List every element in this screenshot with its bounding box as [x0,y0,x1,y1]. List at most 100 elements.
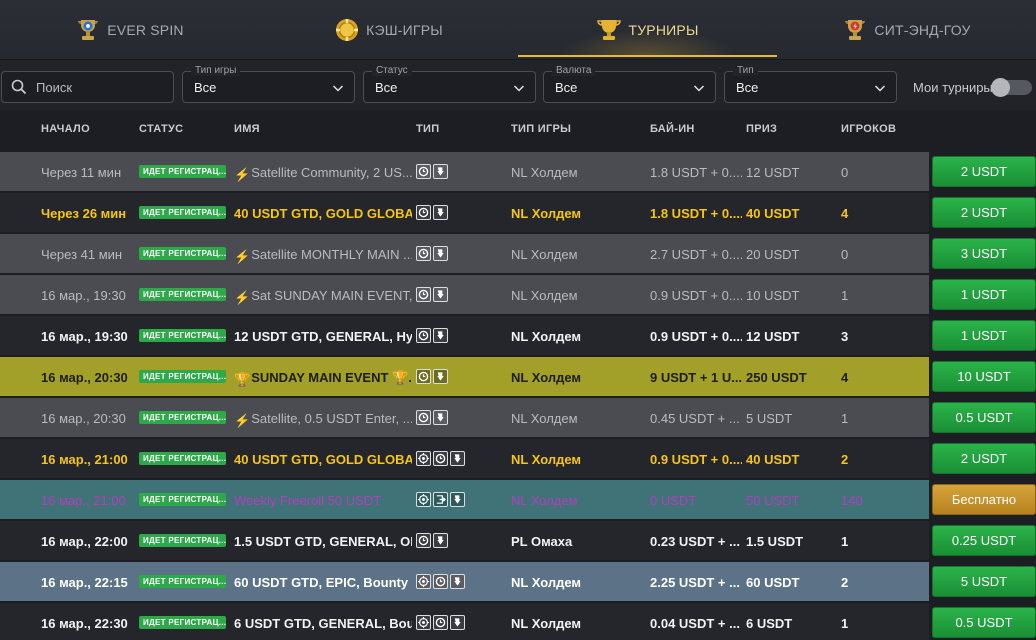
trophy-icon: 🏆 [234,372,251,387]
buy-in: 2.25 USDT + ... [650,575,740,590]
column-header-game-type[interactable]: ТИП ИГРЫ [511,123,571,135]
status-badge: ИДЕТ РЕГИСТРАЦ... [139,452,226,465]
table-row[interactable]: 16 мар., 19:30 ИДЕТ РЕГИСТРАЦ... ⚡Sat SUND… [0,274,1036,315]
table-row[interactable]: 16 мар., 22:00 ИДЕТ РЕГИСТРАЦ... 1.5 USDT … [0,520,1036,561]
tab-sit-and-go[interactable]: СИТ-ЭНД-ГОУ [777,0,1036,59]
register-button[interactable]: 2 USDT [932,443,1036,474]
my-tournaments-toggle[interactable] [991,78,1032,97]
status-badge: ИДЕТ РЕГИСТРАЦ... [139,206,226,219]
row-content[interactable]: 16 мар., 22:00 ИДЕТ РЕГИСТРАЦ... 1.5 USDT … [0,521,929,560]
column-header-status[interactable]: СТАТУС [139,123,183,135]
start-time: 16 мар., 22:30 [41,616,128,631]
column-header-prize[interactable]: ПРИЗ [746,123,777,135]
table-row[interactable]: 16 мар., 22:15 ИДЕТ РЕГИСТРАЦ... 60 USDT G… [0,561,1036,602]
players-count: 4 [841,370,849,385]
tournament-name: 1.5 USDT GTD, GENERAL, OM... [234,534,412,549]
register-button[interactable]: 3 USDT [932,238,1036,269]
row-content[interactable]: 16 мар., 21:00 ИДЕТ РЕГИСТРАЦ... 40 USDT G… [0,439,929,478]
register-button[interactable]: Бесплатно [932,484,1036,515]
search-icon [2,79,36,95]
register-button[interactable]: 5 USDT [932,566,1036,597]
status-badge: ИДЕТ РЕГИСТРАЦ... [139,247,226,260]
row-content[interactable]: 16 мар., 22:30 ИДЕТ РЕГИСТРАЦ... 6 USDT GT… [0,603,929,640]
tab-ever-spin[interactable]: EVER SPIN [0,0,259,59]
search-box[interactable] [1,71,174,103]
row-content[interactable]: 16 мар., 19:30 ИДЕТ РЕГИСТРАЦ... ⚡Sat SUND… [0,275,929,314]
table-row[interactable]: Через 26 мин ИДЕТ РЕГИСТРАЦ... 40 USDT GTD… [0,192,1036,233]
clock-icon [416,205,431,220]
game-type: NL Холдем [511,616,582,631]
row-content[interactable]: 16 мар., 19:30 ИДЕТ РЕГИСТРАЦ... 12 USDT G… [0,316,929,355]
prize: 1.5 USDT [746,534,804,549]
table-row[interactable]: 16 мар., 19:30 ИДЕТ РЕГИСТРАЦ... 12 USDT G… [0,315,1036,356]
target-icon [416,574,431,589]
row-content[interactable]: Через 11 мин ИДЕТ РЕГИСТРАЦ... ⚡Satellite … [0,152,929,191]
table-row[interactable]: 16 мар., 22:30 ИДЕТ РЕГИСТРАЦ... 6 USDT GT… [0,602,1036,640]
tab-cash-games[interactable]: КЭШ-ИГРЫ [259,0,518,59]
column-header-players[interactable]: ИГРОКОВ [841,123,896,135]
clock-icon [416,164,431,179]
type-select[interactable]: Тип Все [724,65,897,103]
row-content[interactable]: Через 26 мин ИДЕТ РЕГИСТРАЦ... 40 USDT GTD… [0,193,929,232]
row-content[interactable]: 16 мар., 20:30 ИДЕТ РЕГИСТРАЦ... ⚡Satellit… [0,398,929,437]
register-button[interactable]: 2 USDT [932,156,1036,187]
lightning-icon: ⚡ [234,290,251,305]
search-input[interactable] [36,79,156,95]
column-header-buyin[interactable]: БАЙ-ИН [650,123,695,135]
tournament-name: ⚡Satellite Community, 2 US... [234,165,412,183]
register-button[interactable]: 2 USDT [932,197,1036,228]
status-badge: ИДЕТ РЕГИСТРАЦ... [139,288,226,301]
bounty-icon [450,451,465,466]
tournament-type-icons [416,246,448,261]
register-button[interactable]: 1 USDT [932,320,1036,351]
tab-tournaments[interactable]: ТУРНИРЫ [518,0,777,59]
tournament-name-text: 40 USDT GTD, GOLD GLOBAL,... [234,452,412,467]
register-button[interactable]: 0.5 USDT [932,402,1036,433]
tournament-type-icons [416,615,465,630]
status-select[interactable]: Статус Все [363,65,536,103]
row-content[interactable]: 16 мар., 22:15 ИДЕТ РЕГИСТРАЦ... 60 USDT G… [0,562,929,601]
row-content[interactable]: 16 мар., 20:30 ИДЕТ РЕГИСТРАЦ... 🏆SUNDAY M… [0,357,929,396]
register-button[interactable]: 1 USDT [932,279,1036,310]
register-button[interactable]: 0.25 USDT [932,525,1036,556]
clock-icon [416,287,431,302]
buy-in: 0.04 USDT + ... [650,616,740,631]
prize: 6 USDT [746,616,793,631]
filters-bar: Тип игры Все Статус Все Валюта Все Тип В… [0,60,1036,110]
late-reg-icon [433,492,448,507]
table-row[interactable]: 16 мар., 21:00 ИДЕТ РЕГИСТРАЦ... Weekly Fr… [0,479,1036,520]
select-value: Все [736,80,759,95]
game-type-select[interactable]: Тип игры Все [182,65,355,103]
game-type: NL Холдем [511,206,582,221]
column-header-type[interactable]: ТИП [416,123,439,135]
register-button[interactable]: 10 USDT [932,361,1036,392]
table-row[interactable]: 16 мар., 21:00 ИДЕТ РЕГИСТРАЦ... 40 USDT G… [0,438,1036,479]
column-header-start[interactable]: НАЧАЛО [41,123,90,135]
chevron-down-icon [693,81,705,99]
currency-select[interactable]: Валюта Все [543,65,716,103]
bounty-icon [433,287,448,302]
table-row[interactable]: 16 мар., 20:30 ИДЕТ РЕГИСТРАЦ... 🏆SUNDAY M… [0,356,1036,397]
table-row[interactable]: Через 11 мин ИДЕТ РЕГИСТРАЦ... ⚡Satellite … [0,151,1036,192]
target-icon [416,492,431,507]
players-count: 1 [841,534,849,549]
game-type: NL Холдем [511,575,582,590]
game-type: NL Холдем [511,411,578,426]
tab-label: СИТ-ЭНД-ГОУ [874,21,971,38]
table-row[interactable]: 16 мар., 20:30 ИДЕТ РЕГИСТРАЦ... ⚡Satellit… [0,397,1036,438]
table-row[interactable]: Через 41 мин ИДЕТ РЕГИСТРАЦ... ⚡Satellite … [0,233,1036,274]
row-content[interactable]: Через 41 мин ИДЕТ РЕГИСТРАЦ... ⚡Satellite … [0,234,929,273]
game-type: NL Холдем [511,329,582,344]
tournament-type-icons [416,287,448,302]
select-label: Тип [733,65,758,76]
start-time: Через 11 мин [41,165,122,180]
status-badge: ИДЕТ РЕГИСТРАЦ... [139,370,226,383]
tournament-name: 60 USDT GTD, EPIC, Bounty [234,575,412,590]
action-cell: 5 USDT [929,561,1036,602]
buy-in: 0.9 USDT + 0.... [650,329,742,344]
buy-in: 1.8 USDT + 0.... [650,165,742,180]
prize: 5 USDT [746,411,793,426]
register-button[interactable]: 0.5 USDT [932,607,1036,638]
column-header-name[interactable]: ИМЯ [234,123,260,135]
row-content[interactable]: 16 мар., 21:00 ИДЕТ РЕГИСТРАЦ... Weekly Fr… [0,480,929,519]
